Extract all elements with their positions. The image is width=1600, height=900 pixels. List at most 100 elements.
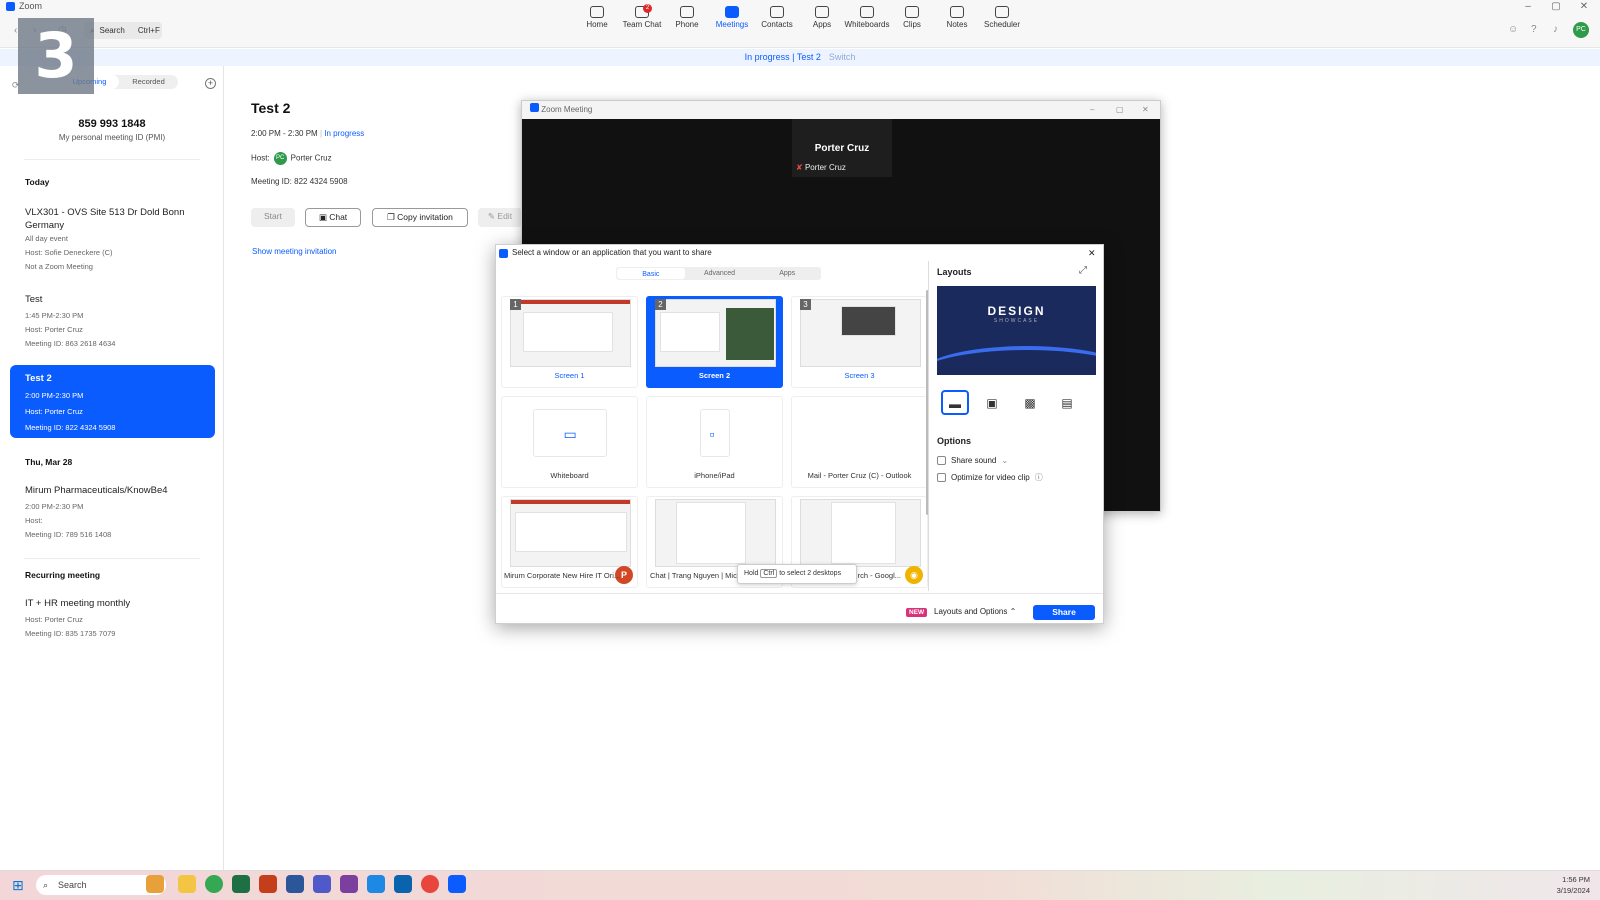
word-icon[interactable] — [286, 875, 304, 893]
zoom-logo-icon — [530, 103, 539, 112]
share-dialog-header: Select a window or an application that y… — [496, 245, 1103, 261]
edit-button[interactable]: ✎ Edit — [478, 208, 522, 227]
layout-fullscreen-option[interactable]: ▬ — [941, 390, 969, 415]
step-number-overlay: 3 — [18, 18, 94, 94]
share-button[interactable]: Share — [1033, 605, 1095, 620]
app-icon[interactable] — [367, 875, 385, 893]
share-option-outlook[interactable]: Mail - Porter Cruz (C) - Outlook — [791, 396, 928, 488]
show-invitation-link[interactable]: Show meeting invitation — [252, 247, 337, 256]
back-arrow-icon[interactable]: ‹ — [14, 25, 17, 36]
avatar: PC — [273, 152, 287, 165]
divider — [24, 558, 200, 559]
meeting-title: Test — [25, 294, 43, 305]
options-title: Options — [937, 436, 971, 446]
share-option-whiteboard[interactable]: ▭ Whiteboard — [501, 396, 638, 488]
share-option-screen-2[interactable]: 2 Screen 2 — [646, 296, 783, 388]
teams-icon[interactable] — [313, 875, 331, 893]
video-camera-icon — [725, 6, 739, 18]
window-thumbnail — [510, 499, 631, 567]
start-button[interactable]: Start — [251, 208, 295, 227]
powerpoint-icon[interactable] — [259, 875, 277, 893]
screen-thumbnail — [800, 299, 921, 367]
help-icon[interactable]: ? — [1531, 24, 1537, 35]
chat-button[interactable]: ▣ Chat — [305, 208, 361, 227]
layout-background-option[interactable]: ▩ — [1016, 390, 1044, 415]
close-button[interactable]: ✕ — [1570, 0, 1598, 14]
expand-icon[interactable]: ⤢ — [1079, 265, 1087, 276]
minimize-button[interactable]: – — [1514, 0, 1542, 14]
window-thumbnail — [655, 499, 776, 567]
chevron-down-icon[interactable]: ⌄ — [1001, 456, 1008, 465]
divider — [496, 593, 1103, 594]
outlook-icon[interactable] — [394, 875, 412, 893]
copilot-icon[interactable] — [146, 875, 164, 893]
meeting-item[interactable]: IT + HR meeting monthly Host: Porter Cru… — [25, 597, 195, 638]
whiteboard-icon — [860, 6, 874, 18]
meeting-title: Test 2 — [25, 373, 52, 384]
tab-advanced[interactable]: Advanced — [686, 267, 754, 280]
meeting-item-selected[interactable]: Test 2 2:00 PM-2:30 PM Host: Porter Cruz… — [10, 365, 215, 438]
nav-scheduler[interactable]: Scheduler — [976, 4, 1028, 29]
layout-preview: DESIGN SHOWCASE — [937, 286, 1096, 375]
divider — [24, 159, 200, 160]
optimize-video-checkbox[interactable]: Optimize for video clip ⓘ — [937, 472, 1043, 483]
search-icon: ⌕ — [43, 880, 49, 890]
layout-split-option[interactable]: ▤ — [1053, 390, 1081, 415]
windows-start-icon[interactable]: ⊞ — [12, 877, 24, 894]
meeting-time-row: 2:00 PM - 2:30 PM | In progress — [251, 129, 365, 138]
tab-recorded[interactable]: Recorded — [119, 75, 178, 89]
share-option-screen-3[interactable]: 3 Screen 3 — [791, 296, 928, 388]
maximize-button[interactable]: ▢ — [1542, 0, 1570, 14]
excel-icon[interactable] — [232, 875, 250, 893]
chrome-icon[interactable] — [205, 875, 223, 893]
section-thu: Thu, Mar 28 — [25, 457, 73, 467]
host-row: Host: PC Porter Cruz — [251, 152, 332, 165]
share-option-screen-1[interactable]: 1 Screen 1 — [501, 296, 638, 388]
taskbar-clock[interactable]: 1:56 PM 3/19/2024 — [1530, 874, 1590, 896]
tab-basic[interactable]: Basic — [617, 268, 685, 279]
layout-side-option[interactable]: ▣ — [978, 390, 1006, 415]
switch-link[interactable]: Switch — [829, 52, 856, 62]
share-option-powerpoint[interactable]: P Mirum Corporate New Hire IT Ori... — [501, 496, 638, 588]
close-button[interactable]: ✕ — [1142, 101, 1149, 119]
pencil-icon: ✎ — [487, 211, 498, 221]
section-recurring: Recurring meeting — [25, 570, 101, 580]
share-option-iphone-ipad[interactable]: ▫ iPhone/iPad — [646, 396, 783, 488]
minimize-button[interactable]: – — [1090, 101, 1094, 119]
in-progress-text[interactable]: In progress | Test 2 — [745, 52, 821, 62]
ctrl-tooltip: Hold Ctrl to select 2 desktops — [737, 564, 857, 584]
maximize-button[interactable]: ▢ — [1116, 101, 1124, 119]
share-sound-checkbox[interactable]: Share sound ⌄ — [937, 456, 1008, 465]
screen-thumbnail — [510, 299, 631, 367]
chrome-icon[interactable] — [421, 875, 439, 893]
pmi-number[interactable]: 859 993 1848 — [0, 118, 224, 130]
add-meeting-button[interactable]: + — [205, 78, 216, 89]
profile-status-icon[interactable]: ☺ — [1508, 24, 1518, 35]
in-progress-banner: In progress | Test 2 Switch — [0, 49, 1600, 66]
tab-apps[interactable]: Apps — [753, 267, 821, 280]
meeting-id-row: Meeting ID: 822 4324 5908 — [251, 177, 348, 186]
meeting-title: Mirum Pharmaceuticals/KnowBe4 — [25, 485, 168, 496]
notification-bell-icon[interactable]: ♪ — [1553, 24, 1558, 35]
search-input[interactable]: ⌕ Search Ctrl+F — [84, 22, 162, 39]
close-icon[interactable]: ✕ — [1088, 245, 1096, 261]
onenote-icon[interactable] — [340, 875, 358, 893]
apps-icon — [815, 6, 829, 18]
contacts-icon — [770, 6, 784, 18]
user-avatar[interactable]: PC — [1573, 22, 1589, 38]
copy-icon: ❐ — [387, 212, 398, 222]
info-icon[interactable]: ⓘ — [1035, 472, 1043, 483]
meeting-item[interactable]: VLX301 - OVS Site 513 Dr Dold Bonn Germa… — [25, 206, 195, 271]
meeting-item[interactable]: Test 1:45 PM-2:30 PM Host: Porter Cruz M… — [25, 293, 195, 348]
zoom-icon[interactable] — [448, 875, 466, 893]
copy-invitation-button[interactable]: ❐ Copy invitation — [372, 208, 468, 227]
pmi-label: My personal meeting ID (PMI) — [58, 133, 166, 142]
layouts-and-options-toggle[interactable]: Layouts and Options ⌃ — [934, 607, 1016, 616]
meeting-item[interactable]: Mirum Pharmaceuticals/KnowBe4 2:00 PM-2:… — [25, 484, 195, 539]
share-tabs: Basic Advanced Apps — [616, 267, 821, 280]
participant-tile[interactable]: Porter Cruz ✘ Porter Cruz — [792, 119, 892, 177]
clips-icon — [905, 6, 919, 18]
participant-label: ✘ Porter Cruz — [796, 163, 846, 172]
file-explorer-icon[interactable] — [178, 875, 196, 893]
pmi-block: 859 993 1848 My personal meeting ID (PMI… — [0, 118, 224, 142]
